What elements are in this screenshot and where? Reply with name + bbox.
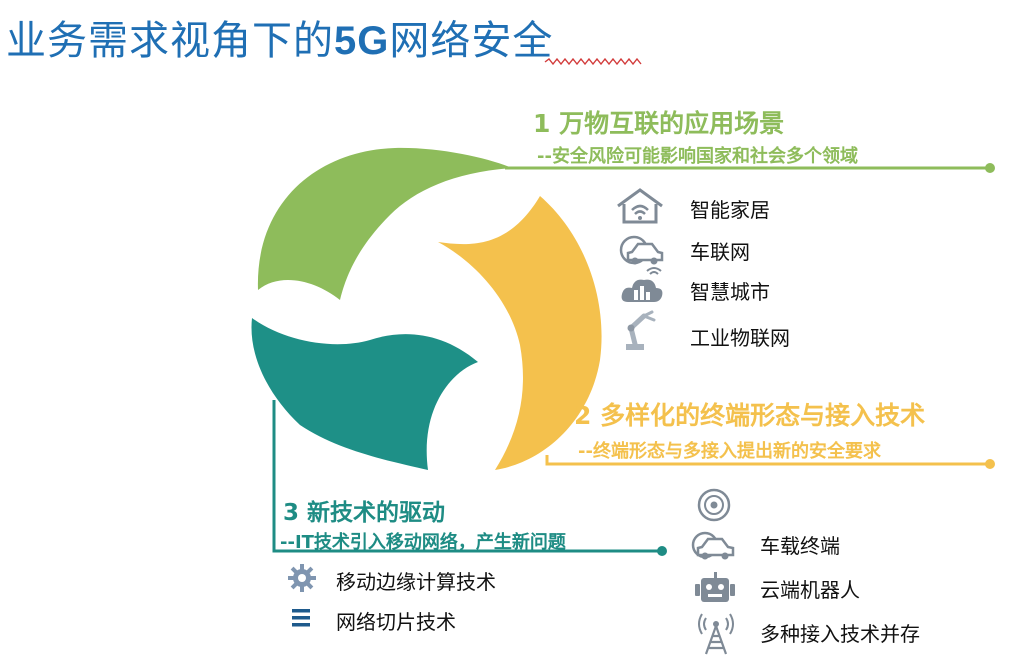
robot-icon (692, 572, 738, 610)
teal-connector-dot (657, 546, 667, 556)
disc-icon (697, 488, 731, 526)
green-connector-dot (985, 163, 995, 173)
section2-item-2: 云端机器人 (760, 578, 860, 602)
section1-item-1: 智能家居 (690, 198, 770, 222)
menu-lines-icon (290, 606, 314, 634)
section2-item-3: 多种接入技术并存 (760, 622, 920, 646)
section2-item-1: 车载终端 (760, 534, 840, 558)
section1-item-4: 工业物联网 (690, 326, 790, 350)
section2-subheading: --终端形态与多接入提出新的安全要求 (578, 441, 881, 462)
yellow-connector-dot (985, 459, 995, 469)
cloud-city-icon (620, 267, 664, 308)
swirl-diagram (251, 147, 995, 556)
section3-item-1: 移动边缘计算技术 (336, 570, 496, 594)
teal-blade (251, 318, 478, 470)
section1-item-2: 车联网 (690, 240, 750, 264)
gear-icon (288, 564, 316, 596)
car-icon (690, 530, 736, 566)
antenna-tower-icon (696, 612, 736, 660)
car-network-icon (618, 234, 664, 272)
section1-subheading: --安全风险可能影响国家和社会多个领域 (537, 146, 858, 167)
section1-item-3: 智慧城市 (690, 280, 770, 304)
robot-arm-icon (622, 310, 662, 356)
section3-item-2: 网络切片技术 (336, 610, 456, 634)
section1-heading: 1 万物互联的应用场景 (533, 109, 785, 138)
section3-heading: 3 新技术的驱动 (283, 500, 446, 526)
section3-subheading: --IT技术引入移动网络，产生新问题 (280, 532, 566, 553)
green-blade (257, 147, 512, 300)
smart-home-icon (614, 186, 666, 230)
section2-heading: 2 多样化的终端形态与接入技术 (574, 401, 926, 430)
